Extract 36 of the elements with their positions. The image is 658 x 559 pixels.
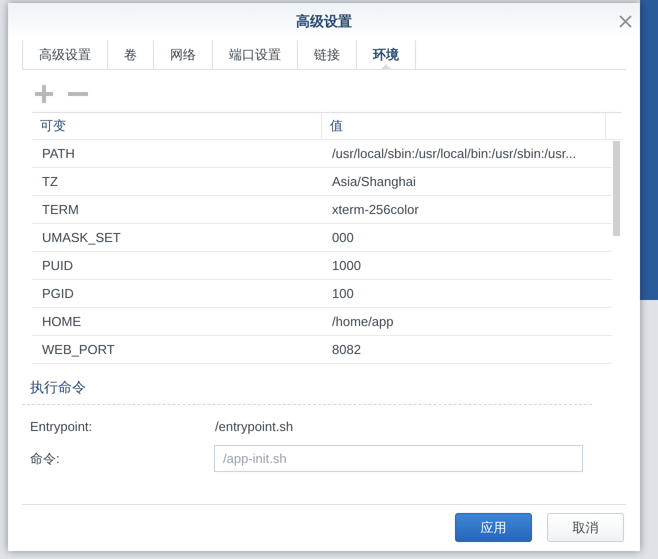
field-label: Entrypoint:: [30, 418, 94, 436]
remove-icon[interactable]: [68, 92, 88, 96]
tab[interactable]: 高级设置: [22, 40, 107, 69]
table-cell-text: UMASK_SET: [41, 228, 122, 247]
dialog-title: 高级设置: [296, 12, 352, 31]
close-icon[interactable]: [619, 15, 632, 28]
tab[interactable]: 卷: [107, 40, 153, 69]
table-cell-text: /home/app: [331, 312, 394, 331]
tab[interactable]: 网络: [153, 40, 212, 69]
scrollbar[interactable]: [613, 141, 620, 236]
field-label: 命令:: [30, 450, 61, 468]
table-cell-text: 100: [331, 284, 355, 303]
table-cell-text: 1000: [331, 256, 362, 275]
tab[interactable]: 链接: [297, 40, 356, 69]
table-cell-text: xterm-256color: [331, 200, 420, 219]
command-input-field[interactable]: /app-init.sh: [214, 445, 583, 472]
table-cell-text: 000: [331, 228, 355, 247]
field-value: /entrypoint.sh: [215, 418, 294, 436]
table-cell-text: Asia/Shanghai: [331, 172, 417, 191]
table-cell-text: TERM: [41, 200, 80, 219]
table-cell-text: WEB_PORT: [41, 340, 116, 359]
cancel-button[interactable]: 取消: [547, 513, 624, 542]
table-cell-text: 8082: [331, 340, 362, 359]
apply-button[interactable]: 应用: [455, 513, 532, 542]
column-header[interactable]: 可变: [32, 113, 322, 139]
column-header[interactable]: 值: [322, 113, 606, 139]
tab[interactable]: 端口设置: [212, 40, 297, 69]
tab[interactable]: 环境: [356, 40, 416, 69]
table-cell-text: TZ: [41, 172, 59, 191]
table-cell-text: PGID: [41, 284, 75, 303]
table-cell-text: HOME: [41, 312, 82, 331]
add-icon[interactable]: [34, 84, 54, 104]
table-cell-text: PUID: [41, 256, 74, 275]
table-cell-text: /usr/local/sbin:/usr/local/bin:/usr/sbin:/usr...: [331, 144, 578, 163]
section-title: 执行命令: [30, 379, 86, 395]
table-cell-text: PATH: [41, 144, 76, 163]
